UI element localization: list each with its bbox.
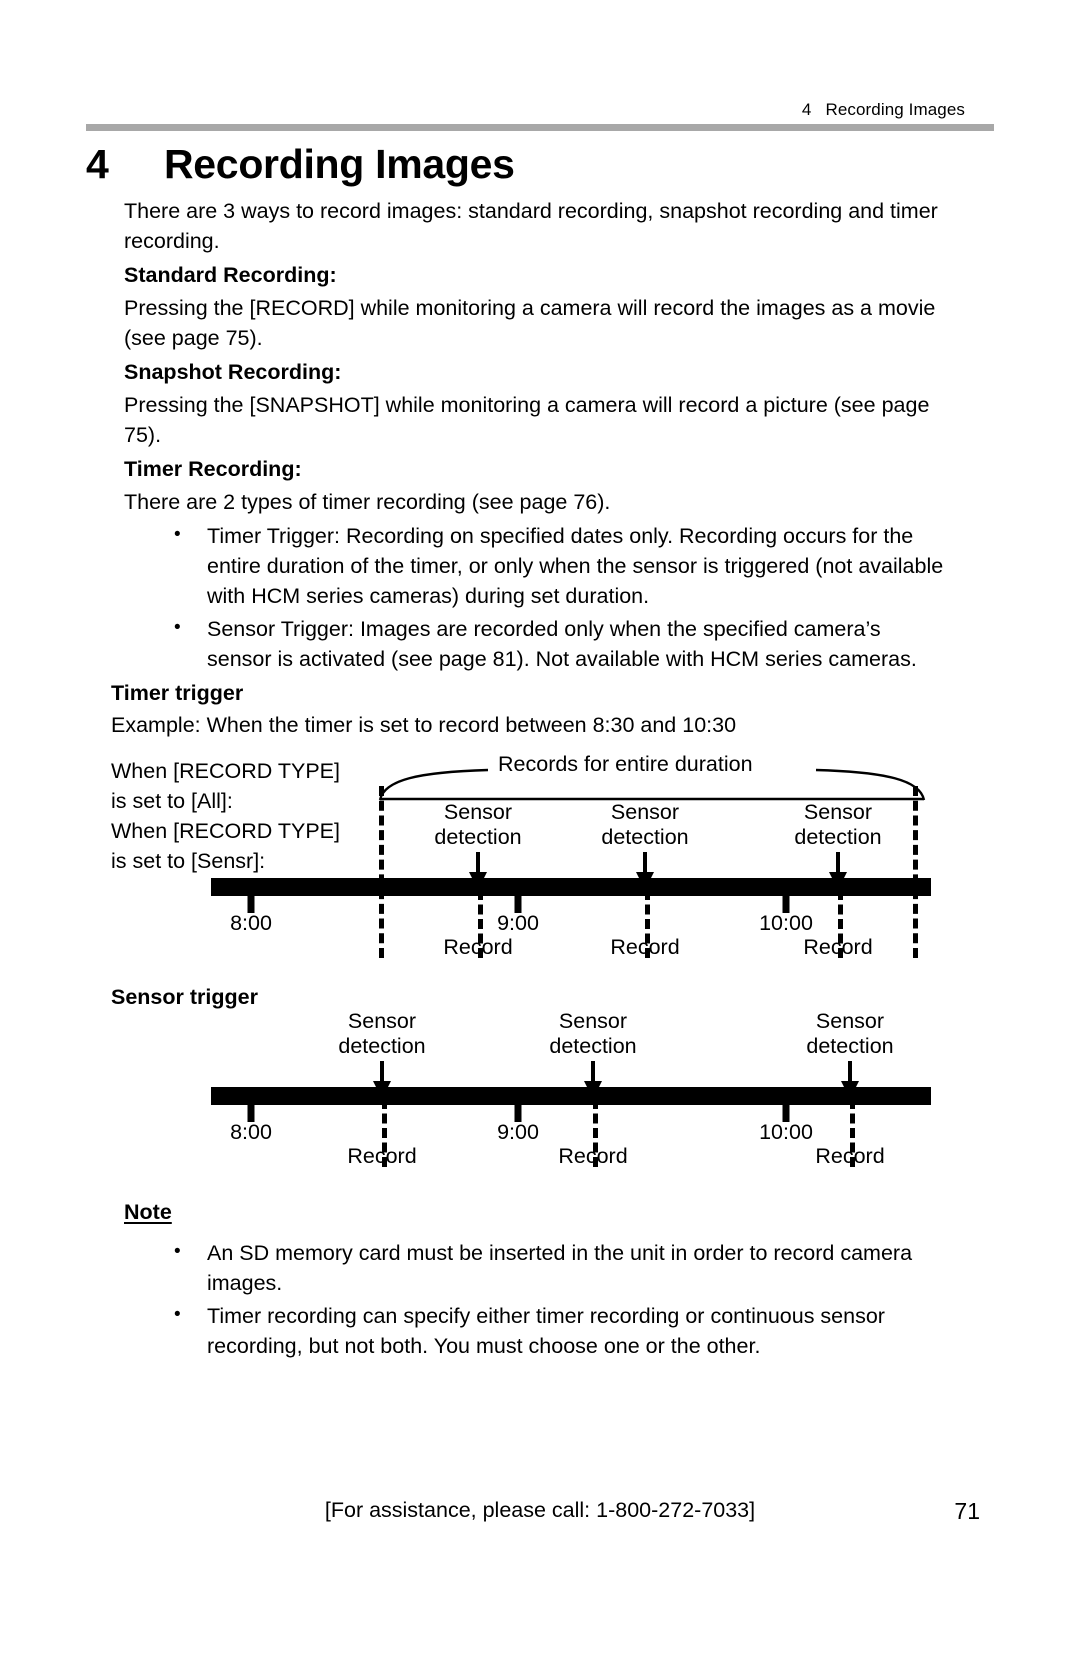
note-heading: Note	[124, 1200, 172, 1224]
time-label: 9:00	[497, 911, 539, 935]
record-type-sensr-line1: When [RECORD TYPE]	[111, 819, 340, 843]
list-item-text: Sensor Trigger: Images are recorded only…	[207, 617, 917, 671]
subheading-timer-recording: Timer Recording:	[124, 457, 302, 481]
time-label: 8:00	[230, 911, 272, 935]
sensor-detection-label: Sensor detection	[601, 800, 688, 850]
sensor-detection-line1: Sensor	[347, 1009, 417, 1033]
sensor-detection-line2: detection	[794, 825, 882, 849]
sensor-detection-label: Sensor detection	[806, 1009, 893, 1059]
footer-assistance-text: [For assistance, please call: 1-800-272-…	[324, 1498, 756, 1522]
timeline-bar	[211, 878, 931, 896]
page-footer: [For assistance, please call: 1-800-272-…	[0, 1498, 1080, 1528]
record-label: Record	[558, 1144, 628, 1168]
duration-start-dashed-line	[379, 786, 384, 958]
record-label: Record	[803, 935, 873, 959]
duration-end-dashed-line	[913, 786, 918, 958]
sensor-detection-line1: Sensor	[815, 1009, 885, 1033]
record-label: Record	[443, 935, 513, 959]
sensor-detection-label: Sensor detection	[549, 1009, 636, 1059]
paragraph-snapshot-recording: Pressing the [SNAPSHOT] while monitoring…	[124, 393, 930, 447]
page-title-number: 4	[86, 141, 109, 187]
time-label: 10:00	[759, 1120, 813, 1144]
timer-trigger-bullet-list: • Timer Trigger: Recording on specified …	[124, 521, 946, 674]
header-rule	[86, 124, 994, 131]
manual-page: 4 Recording Images 4 Recording Images Ther…	[0, 0, 1080, 1669]
record-label: Record	[815, 1144, 885, 1168]
list-item: • Timer recording can specify either tim…	[124, 1301, 954, 1361]
time-label: 8:00	[230, 1120, 272, 1144]
sensor-detection-label: Sensor detection	[794, 800, 881, 850]
running-header: 4 Recording Images	[802, 100, 965, 120]
record-label: Record	[347, 1144, 417, 1168]
list-item-text: Timer Trigger: Recording on specified da…	[207, 524, 944, 608]
sensor-detection-label: Sensor detection	[434, 800, 521, 850]
record-label: Record	[610, 935, 680, 959]
list-item-text: An SD memory card must be inserted in th…	[207, 1241, 913, 1295]
list-item: • An SD memory card must be inserted in …	[124, 1238, 954, 1298]
bullet-glyph-icon: •	[174, 524, 181, 545]
page-title-text: Recording Images	[164, 141, 515, 187]
running-header-chapter-number: 4	[801, 100, 812, 119]
bullet-glyph-icon: •	[174, 1241, 181, 1262]
sensor-detection-label: Sensor detection	[338, 1009, 425, 1059]
sensor-detection-line2: detection	[601, 825, 689, 849]
note-bullet-list: • An SD memory card must be inserted in …	[124, 1238, 954, 1361]
record-type-all-line2: is set to [All]:	[111, 789, 233, 813]
sensor-detection-line2: detection	[434, 825, 522, 849]
sensor-trigger-diagram: Sensor detection Sensor detection Sensor…	[0, 1005, 1080, 1190]
sensor-detection-line2: detection	[806, 1034, 894, 1058]
footer-page-number: 71	[954, 1498, 980, 1524]
record-type-sensr-line2: is set to [Sensr]:	[111, 849, 266, 873]
timeline-bar	[211, 1087, 931, 1105]
sensor-detection-line1: Sensor	[803, 800, 873, 824]
subheading-standard-recording: Standard Recording:	[124, 263, 337, 287]
timer-trigger-heading: Timer trigger	[111, 681, 244, 705]
sensor-detection-line2: detection	[549, 1034, 637, 1058]
time-label: 9:00	[497, 1120, 539, 1144]
intro-paragraph: There are 3 ways to record images: stand…	[124, 199, 938, 253]
sensor-detection-line1: Sensor	[558, 1009, 628, 1033]
paragraph-timer-recording: There are 2 types of timer recording (se…	[124, 490, 611, 514]
sensor-detection-line1: Sensor	[443, 800, 513, 824]
record-type-legend: When [RECORD TYPE] is set to [All]: When…	[111, 756, 340, 876]
note-content: • An SD memory card must be inserted in …	[124, 1234, 954, 1364]
list-item-text: Timer recording can specify either timer…	[207, 1304, 885, 1358]
sensor-detection-line2: detection	[338, 1034, 426, 1058]
bullet-glyph-icon: •	[174, 617, 181, 638]
running-header-chapter-label: Recording Images	[825, 100, 965, 119]
list-item: • Timer Trigger: Recording on specified …	[124, 521, 946, 611]
page-title: 4 Recording Images	[86, 141, 515, 188]
subheading-snapshot-recording: Snapshot Recording:	[124, 360, 342, 384]
body-content: There are 3 ways to record images: stand…	[124, 196, 946, 677]
time-label: 10:00	[759, 911, 813, 935]
timer-trigger-example: Example: When the timer is set to record…	[111, 713, 737, 737]
record-type-all-line1: When [RECORD TYPE]	[111, 759, 340, 783]
bullet-glyph-icon: •	[174, 1304, 181, 1325]
timer-trigger-diagram: When [RECORD TYPE] is set to [All]: When…	[0, 748, 1080, 978]
duration-caption: Records for entire duration	[498, 752, 753, 776]
paragraph-standard-recording: Pressing the [RECORD] while monitoring a…	[124, 296, 936, 350]
sensor-detection-line1: Sensor	[610, 800, 680, 824]
list-item: • Sensor Trigger: Images are recorded on…	[124, 614, 946, 674]
